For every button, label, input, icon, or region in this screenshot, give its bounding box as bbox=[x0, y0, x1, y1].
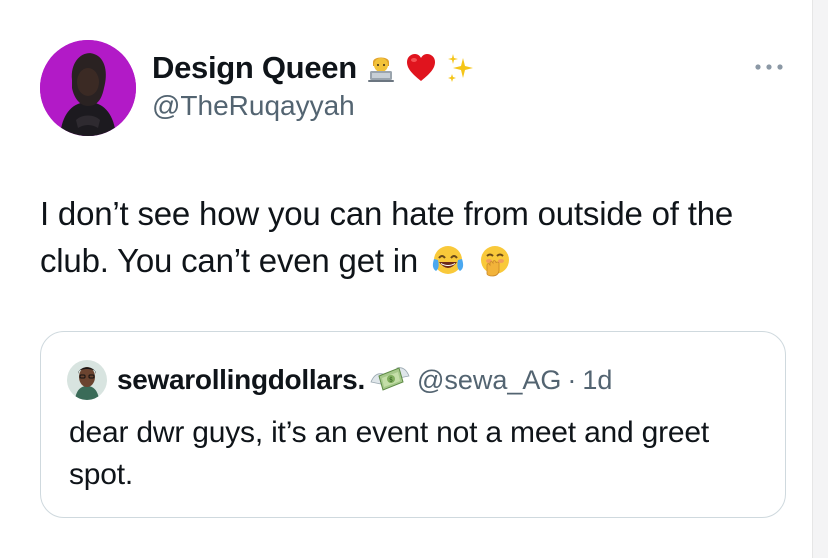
quoted-author-display-name[interactable]: sewarollingdollars. bbox=[117, 364, 365, 396]
author-avatar[interactable] bbox=[40, 40, 136, 136]
more-options-button[interactable] bbox=[752, 52, 786, 82]
technologist-icon bbox=[365, 52, 397, 84]
sparkles-icon bbox=[445, 52, 477, 84]
face-with-hand-over-mouth-icon bbox=[481, 246, 510, 277]
quoted-tweet[interactable]: sewarollingdollars. $ @sewa_AG · 1d dear… bbox=[40, 331, 786, 518]
red-heart-icon bbox=[405, 52, 437, 84]
quoted-author-avatar[interactable] bbox=[67, 360, 107, 400]
author-handle[interactable]: @TheRuqayyah bbox=[152, 90, 355, 122]
tweet-text-container: I don’t see how you can hate from outsid… bbox=[40, 190, 780, 284]
face-with-tears-of-joy-icon bbox=[432, 246, 464, 274]
money-with-wings-icon: $ bbox=[370, 367, 410, 391]
quoted-author-handle[interactable]: @sewa_AG bbox=[417, 365, 561, 396]
scrollbar-track[interactable] bbox=[812, 0, 828, 558]
quoted-tweet-header: sewarollingdollars. $ @sewa_AG · 1d bbox=[67, 360, 612, 400]
tweet: Design Queen @TheRuqayyah I don’t see ho… bbox=[0, 0, 812, 558]
svg-text:$: $ bbox=[389, 377, 393, 384]
separator-dot: · bbox=[567, 364, 577, 395]
more-options-icon bbox=[755, 64, 783, 70]
author-display-name[interactable]: Design Queen bbox=[152, 50, 357, 86]
quoted-tweet-time[interactable]: 1d bbox=[582, 365, 612, 396]
author-name-row: Design Queen bbox=[152, 48, 477, 88]
quoted-tweet-text: dear dwr guys, it’s an event not a meet … bbox=[69, 416, 710, 491]
tweet-text: I don’t see how you can hate from outsid… bbox=[40, 195, 734, 279]
